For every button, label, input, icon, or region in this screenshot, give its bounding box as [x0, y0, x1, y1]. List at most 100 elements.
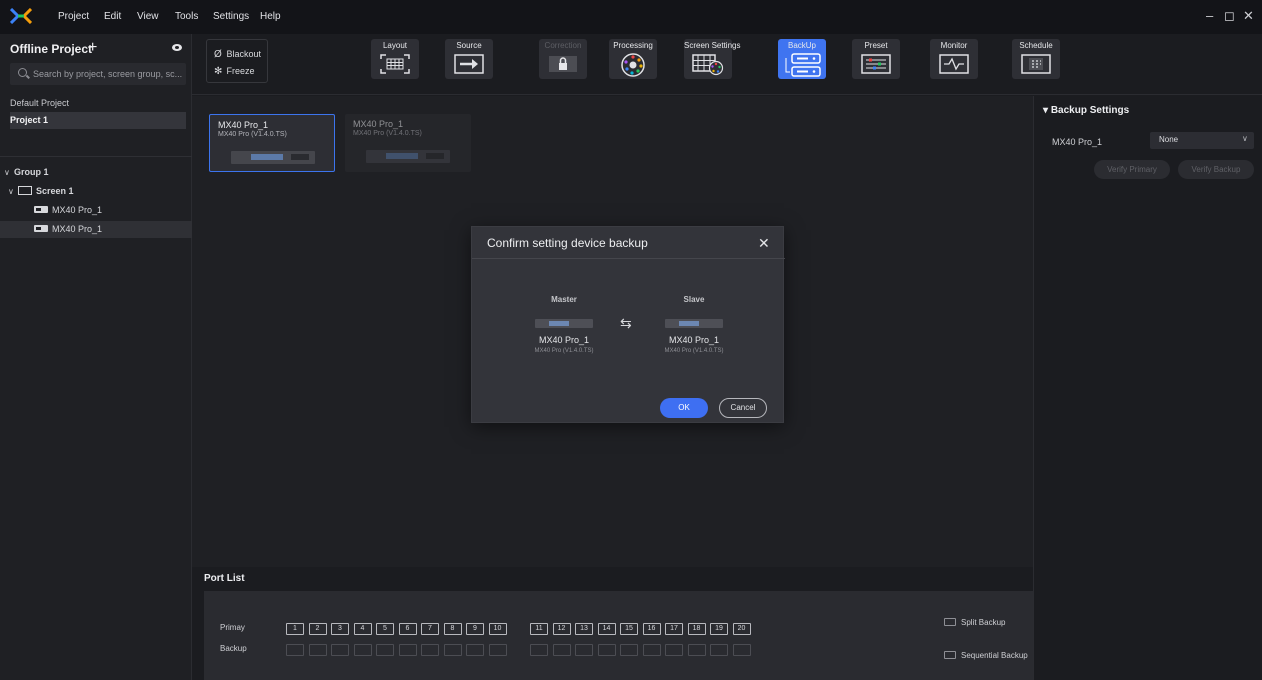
backup-port-17[interactable] — [665, 644, 683, 656]
close-icon[interactable]: ✕ — [1243, 8, 1254, 24]
monitor-button[interactable]: Monitor — [930, 39, 978, 79]
primary-port-13[interactable]: 13 — [575, 623, 593, 635]
menu-edit[interactable]: Edit — [104, 11, 121, 22]
backup-port-13[interactable] — [575, 644, 593, 656]
tree-screen-1[interactable]: ∨ Screen 1 — [0, 183, 192, 200]
swap-icon[interactable]: ⇆ — [620, 315, 632, 332]
chevron-down-icon[interactable]: ∨ — [8, 187, 18, 196]
app-logo-icon — [10, 8, 32, 24]
primary-port-6[interactable]: 6 — [398, 623, 417, 635]
project-panel: Offline Project + Default Project Projec… — [0, 34, 192, 680]
primary-port-11[interactable]: 11 — [530, 623, 548, 635]
sequential-backup-icon — [944, 651, 956, 659]
backup-port-12[interactable] — [552, 644, 571, 656]
backup-port-9[interactable] — [466, 644, 484, 656]
backup-port-10[interactable] — [488, 644, 507, 656]
primary-port-20[interactable]: 20 — [732, 623, 751, 635]
menu-view[interactable]: View — [137, 11, 159, 22]
backup-row-label: Backup — [220, 644, 247, 653]
dialog-close-icon[interactable]: ✕ — [758, 235, 770, 252]
restore-icon[interactable]: ◻ — [1224, 8, 1235, 24]
primary-port-18[interactable]: 18 — [687, 623, 706, 635]
screen-settings-button[interactable]: Screen Settings — [684, 39, 741, 79]
tree-device-1[interactable]: MX40 Pro_1 — [0, 202, 192, 219]
cancel-button[interactable]: Cancel — [719, 398, 767, 418]
project-panel-title: Offline Project — [10, 42, 93, 56]
backup-port-3[interactable] — [331, 644, 349, 656]
backup-port-11[interactable] — [530, 644, 548, 656]
project-search[interactable] — [10, 63, 186, 85]
menu-settings[interactable]: Settings — [213, 11, 249, 22]
toolbar: Ø Blackout ✻ Freeze Layout Source Correc… — [192, 34, 1262, 95]
backup-port-8[interactable] — [443, 644, 462, 656]
slave-label: Slave — [683, 295, 705, 304]
primary-port-1[interactable]: 1 — [286, 623, 304, 635]
backup-tab-label: BackUp — [787, 41, 816, 50]
primary-port-4[interactable]: 4 — [353, 623, 372, 635]
schedule-button[interactable]: Schedule — [1012, 39, 1060, 79]
verify-primary-button[interactable]: Verify Primary — [1094, 160, 1170, 179]
preset-button[interactable]: Preset — [852, 39, 900, 79]
minimize-icon[interactable]: – — [1206, 8, 1213, 23]
menu-project[interactable]: Project — [58, 11, 89, 22]
backup-port-6[interactable] — [398, 644, 417, 656]
source-icon — [454, 54, 484, 74]
layout-button[interactable]: Layout — [371, 39, 419, 79]
chevron-down-icon[interactable]: ∨ — [4, 168, 14, 177]
backup-port-18[interactable] — [687, 644, 706, 656]
backup-port-19[interactable] — [710, 644, 728, 656]
backup-icon — [785, 53, 821, 77]
primary-port-12[interactable]: 12 — [552, 623, 571, 635]
primary-port-19[interactable]: 19 — [710, 623, 728, 635]
device-card-1[interactable]: MX40 Pro_1 MX40 Pro (V1.4.0.TS) — [209, 114, 335, 172]
processing-label: Processing — [613, 41, 653, 50]
backup-port-14[interactable] — [597, 644, 616, 656]
primary-port-7[interactable]: 7 — [421, 623, 439, 635]
backup-port-4[interactable] — [353, 644, 372, 656]
backup-port-2[interactable] — [308, 644, 327, 656]
menu-help[interactable]: Help — [260, 11, 281, 22]
tree-group-1[interactable]: ∨ Group 1 — [0, 164, 192, 181]
primary-port-3[interactable]: 3 — [331, 623, 349, 635]
blackout-button[interactable]: Ø Blackout — [214, 49, 261, 60]
project-item-project-1[interactable]: Project 1 — [10, 112, 186, 129]
tree-device-2[interactable]: MX40 Pro_1 — [0, 221, 192, 238]
backup-target-select[interactable]: None ∨ — [1150, 132, 1254, 149]
primary-port-9[interactable]: 9 — [466, 623, 484, 635]
backup-tab-button[interactable]: BackUp — [778, 39, 826, 79]
verify-backup-button[interactable]: Verify Backup — [1178, 160, 1254, 179]
primary-port-16[interactable]: 16 — [642, 623, 661, 635]
backup-port-15[interactable] — [620, 644, 638, 656]
primary-port-8[interactable]: 8 — [443, 623, 462, 635]
backup-port-5[interactable] — [376, 644, 394, 656]
primary-port-5[interactable]: 5 — [376, 623, 394, 635]
primary-port-14[interactable]: 14 — [597, 623, 616, 635]
primary-port-15[interactable]: 15 — [620, 623, 638, 635]
backup-settings-title[interactable]: ▾ Backup Settings — [1043, 105, 1129, 116]
lock-icon — [549, 56, 577, 72]
freeze-button[interactable]: ✻ Freeze — [214, 66, 255, 77]
eye-icon[interactable] — [172, 44, 182, 51]
add-project-icon[interactable]: + — [88, 39, 97, 57]
processing-icon — [621, 53, 645, 77]
primary-port-2[interactable]: 2 — [308, 623, 327, 635]
search-input[interactable] — [33, 66, 183, 82]
primary-port-10[interactable]: 10 — [488, 623, 507, 635]
backup-port-1[interactable] — [286, 644, 304, 656]
backup-port-20[interactable] — [732, 644, 751, 656]
primary-port-17[interactable]: 17 — [665, 623, 683, 635]
sequential-backup-option[interactable]: Sequential Backup — [944, 651, 1028, 660]
correction-button[interactable]: Correction — [539, 39, 587, 79]
menu-tools[interactable]: Tools — [175, 11, 198, 22]
backup-port-7[interactable] — [421, 644, 439, 656]
backup-port-16[interactable] — [642, 644, 661, 656]
split-backup-option[interactable]: Split Backup — [944, 618, 1005, 627]
primary-row-label: Primay — [220, 623, 245, 632]
split-backup-label: Split Backup — [961, 618, 1006, 627]
project-item-default[interactable]: Default Project — [10, 95, 186, 112]
processing-button[interactable]: Processing — [609, 39, 657, 79]
device-card-2[interactable]: MX40 Pro_1 MX40 Pro (V1.4.0.TS) — [345, 114, 471, 172]
ok-button[interactable]: OK — [660, 398, 708, 418]
source-button[interactable]: Source — [445, 39, 493, 79]
screen-settings-label: Screen Settings — [684, 41, 741, 50]
